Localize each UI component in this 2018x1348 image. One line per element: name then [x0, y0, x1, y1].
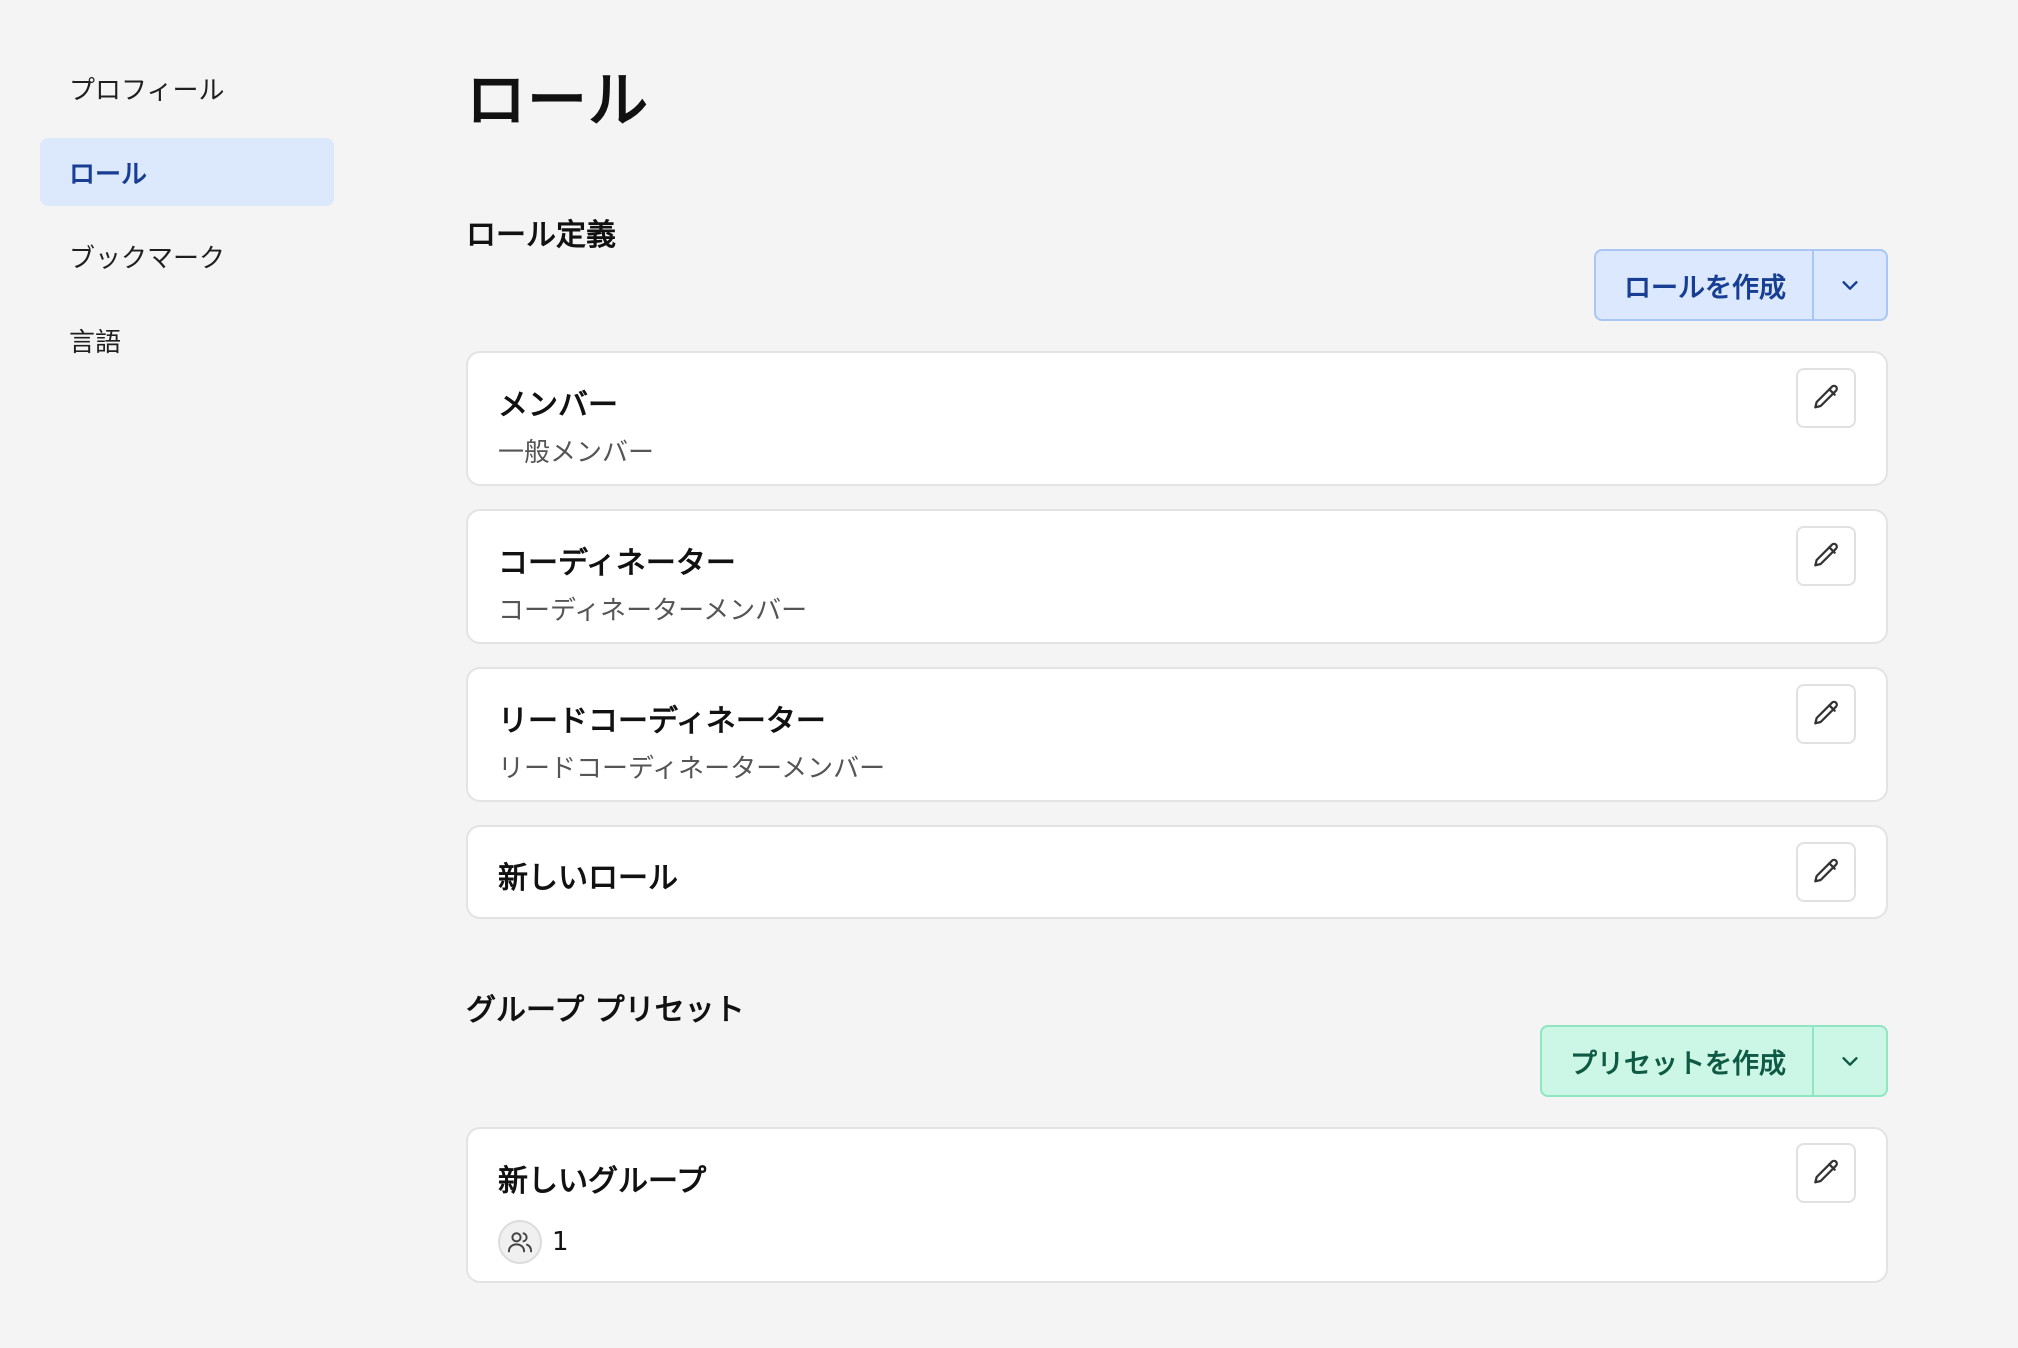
role-name: コーディネーター: [498, 546, 736, 581]
role-card: リードコーディネーター リードコーディネーターメンバー: [466, 667, 1888, 802]
edit-role-button[interactable]: [1796, 526, 1856, 586]
sidebar-item-language[interactable]: 言語: [40, 306, 334, 374]
presets-section-title: グループ プリセット: [466, 993, 745, 1028]
pencil-icon: [1814, 384, 1838, 409]
sidebar-item-profile[interactable]: プロフィール: [40, 54, 334, 122]
create-role-dropdown-button[interactable]: [1812, 251, 1886, 319]
role-name: 新しいロール: [498, 861, 678, 896]
create-preset-split-button: プリセットを作成: [1540, 1025, 1888, 1097]
role-name: メンバー: [498, 388, 618, 423]
role-card: メンバー 一般メンバー: [466, 351, 1888, 486]
role-description: リードコーディネーターメンバー: [498, 754, 886, 784]
pencil-icon: [1814, 1159, 1838, 1184]
edit-group-button[interactable]: [1796, 1143, 1856, 1203]
sidebar-item-label: ブックマーク: [69, 243, 226, 274]
role-name: リードコーディネーター: [498, 704, 826, 739]
role-card: コーディネーター コーディネーターメンバー: [466, 509, 1888, 644]
edit-role-button[interactable]: [1796, 842, 1856, 902]
create-preset-dropdown-button[interactable]: [1812, 1027, 1886, 1095]
edit-role-button[interactable]: [1796, 368, 1856, 428]
users-icon: [507, 1232, 533, 1253]
sidebar: プロフィール ロール ブックマーク 言語: [40, 54, 334, 390]
edit-role-button[interactable]: [1796, 684, 1856, 744]
group-preset-card: 新しいグループ 1: [466, 1127, 1888, 1283]
sidebar-item-label: 言語: [69, 327, 122, 358]
sidebar-item-label: プロフィール: [69, 75, 225, 106]
pencil-icon: [1814, 858, 1838, 883]
pencil-icon: [1814, 700, 1838, 725]
chevron-down-icon: [1842, 281, 1858, 290]
sidebar-item-label: ロール: [69, 159, 148, 190]
role-description: コーディネーターメンバー: [498, 596, 808, 626]
group-name: 新しいグループ: [498, 1164, 707, 1199]
pencil-icon: [1814, 542, 1838, 567]
chevron-down-icon: [1842, 1057, 1858, 1066]
group-member-info: 1: [498, 1220, 569, 1264]
sidebar-item-bookmarks[interactable]: ブックマーク: [40, 222, 334, 290]
sidebar-item-roles[interactable]: ロール: [40, 138, 334, 206]
create-role-split-button: ロールを作成: [1594, 249, 1888, 321]
member-count: 1: [552, 1227, 569, 1257]
roles-section-title: ロール定義: [466, 218, 616, 253]
avatar: [498, 1220, 542, 1264]
create-preset-button[interactable]: プリセットを作成: [1542, 1027, 1812, 1095]
role-description: 一般メンバー: [498, 438, 655, 468]
create-role-button[interactable]: ロールを作成: [1596, 251, 1812, 319]
page-title: ロール: [466, 66, 649, 136]
role-card: 新しいロール: [466, 825, 1888, 919]
